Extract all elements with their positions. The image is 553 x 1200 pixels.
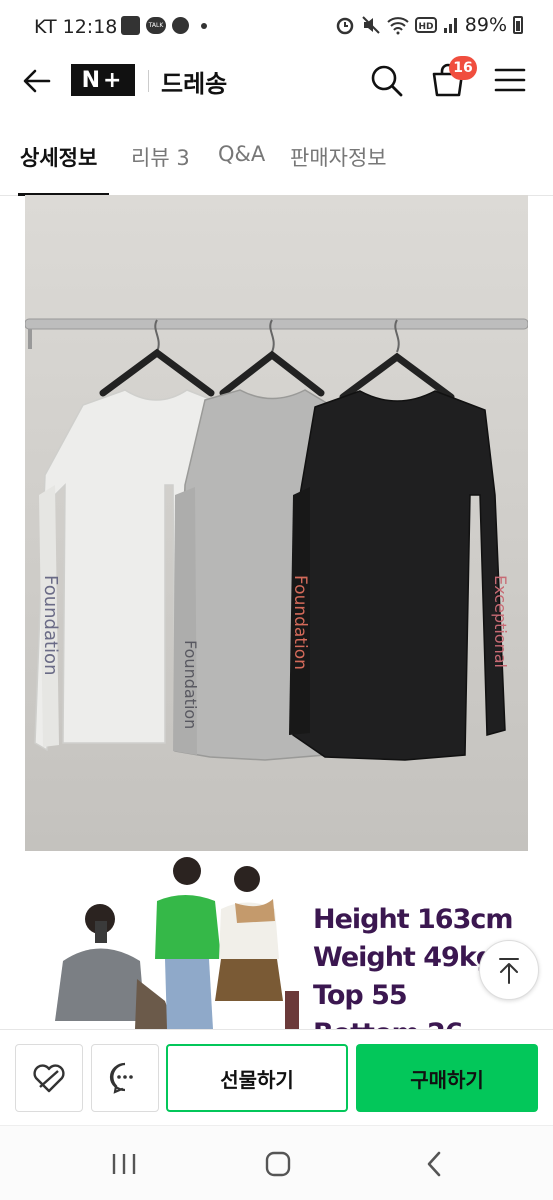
- recent-apps-icon: [112, 1154, 136, 1174]
- gift-button[interactable]: 선물하기: [166, 1044, 348, 1112]
- store-name[interactable]: 드레송: [161, 64, 227, 99]
- spec-height: Height 163cm: [313, 904, 514, 935]
- alarm-icon: [336, 17, 354, 35]
- svg-text:Foundation: Foundation: [40, 575, 61, 675]
- signal-icon: [443, 18, 457, 33]
- scroll-to-top-button[interactable]: [479, 940, 539, 1000]
- battery-percent: 89%: [464, 14, 507, 36]
- wifi-icon: [387, 17, 409, 35]
- back-button[interactable]: [414, 1148, 454, 1180]
- system-navigation-bar: [0, 1125, 553, 1200]
- hamburger-menu-icon[interactable]: [494, 66, 526, 94]
- svg-text:Foundation: Foundation: [181, 640, 200, 729]
- tab-reviews[interactable]: 리뷰 3: [131, 142, 190, 172]
- gallery-icon: [121, 16, 140, 35]
- model-size-banner: Height 163cm Weight 49kg Top 55 Bottom 2…: [25, 851, 528, 1029]
- notification-icons: TALK: [121, 16, 207, 35]
- status-bar: KT 12:18 TALK HD 89%: [0, 0, 553, 56]
- hd-voice-icon: HD: [414, 17, 437, 33]
- app-icon: [172, 17, 189, 34]
- more-notifications-icon: [201, 22, 207, 29]
- home-icon: [265, 1151, 291, 1177]
- heart-icon: [33, 1064, 65, 1093]
- product-image: Foundation Foundation Foundation Excepti…: [25, 195, 528, 851]
- app-header: N+ 드레송 16: [0, 56, 553, 106]
- battery-icon: [513, 16, 523, 34]
- product-photo-illustration: Foundation Foundation Foundation Excepti…: [25, 195, 528, 851]
- wishlist-button[interactable]: [15, 1044, 83, 1112]
- recent-apps-button[interactable]: [104, 1148, 144, 1180]
- mute-icon: [362, 16, 380, 34]
- tab-qna[interactable]: Q&A: [218, 142, 265, 166]
- purchase-action-bar: 선물하기 구매하기: [0, 1029, 553, 1125]
- nav-back-icon: [427, 1151, 441, 1177]
- chat-bubble-icon: [109, 1062, 133, 1094]
- arrow-up-icon: [499, 958, 519, 984]
- product-tabs: 상세정보 리뷰 3 Q&A 판매자정보: [0, 120, 553, 196]
- search-icon[interactable]: [370, 64, 404, 98]
- kakaotalk-icon: TALK: [146, 17, 166, 34]
- tab-details[interactable]: 상세정보: [20, 142, 97, 172]
- cart-count-badge: 16: [449, 56, 477, 80]
- svg-text:HD: HD: [418, 22, 433, 32]
- home-button[interactable]: [258, 1148, 298, 1180]
- back-arrow-icon[interactable]: [22, 66, 52, 96]
- status-time: KT 12:18: [34, 16, 118, 38]
- buy-button[interactable]: 구매하기: [356, 1044, 538, 1112]
- spec-bottom: Bottom 26: [313, 1015, 513, 1029]
- svg-text:Exceptional: Exceptional: [491, 575, 510, 668]
- tab-seller-info[interactable]: 판매자정보: [290, 142, 387, 172]
- system-icons: HD 89%: [335, 14, 523, 36]
- svg-text:Foundation: Foundation: [290, 575, 310, 670]
- chat-button[interactable]: [91, 1044, 159, 1112]
- header-divider: [148, 70, 149, 92]
- naver-plus-logo[interactable]: N+: [71, 64, 135, 96]
